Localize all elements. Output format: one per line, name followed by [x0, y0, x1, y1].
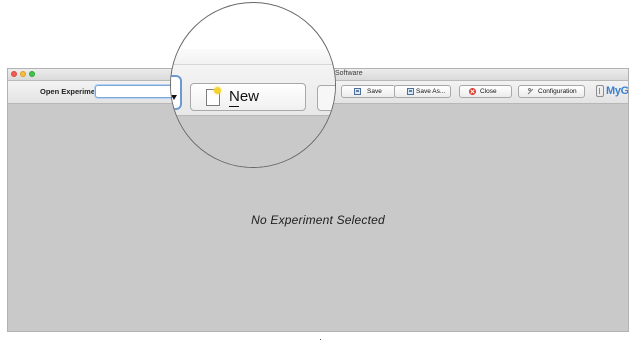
traffic-red-icon[interactable] — [11, 71, 17, 77]
save-as-button[interactable]: Save As... — [394, 85, 451, 98]
configuration-button-label: Configuration — [538, 88, 577, 95]
traffic-green-icon[interactable] — [29, 71, 35, 77]
new-mnemonic-underline — [229, 106, 239, 107]
new-icon — [206, 87, 221, 106]
magnified-content-area — [171, 116, 335, 167]
empty-state-message: No Experiment Selected — [251, 213, 385, 227]
close-button-label: Close — [480, 88, 497, 95]
magnified-experiments-select[interactable] — [171, 75, 182, 110]
new-button[interactable]: New — [190, 83, 306, 111]
mygo-logo-text: MyGo — [606, 85, 629, 97]
traffic-yellow-icon[interactable] — [20, 71, 26, 77]
save-as-icon — [407, 88, 414, 95]
mygo-logo: MyGo — [596, 85, 628, 99]
dropdown-arrow-icon — [171, 95, 177, 100]
save-button[interactable]: Save — [341, 85, 396, 98]
magnifier-callout: New — [170, 2, 336, 168]
save-as-button-label: Save As... — [416, 88, 446, 95]
new-button-label: New — [229, 88, 260, 105]
configuration-button[interactable]: Configuration — [518, 85, 585, 98]
save-button-label: Save — [367, 88, 382, 95]
page: R Software Open Experiments: Save Save A… — [0, 0, 638, 340]
mygo-logo-icon — [596, 85, 604, 97]
close-icon — [469, 88, 476, 95]
magnified-title-bar — [171, 49, 335, 65]
save-icon — [354, 88, 361, 95]
open-experiments-select[interactable] — [95, 85, 181, 98]
configuration-icon — [527, 88, 534, 95]
magnified-next-button-edge[interactable] — [317, 85, 335, 111]
close-button[interactable]: Close — [459, 85, 512, 98]
